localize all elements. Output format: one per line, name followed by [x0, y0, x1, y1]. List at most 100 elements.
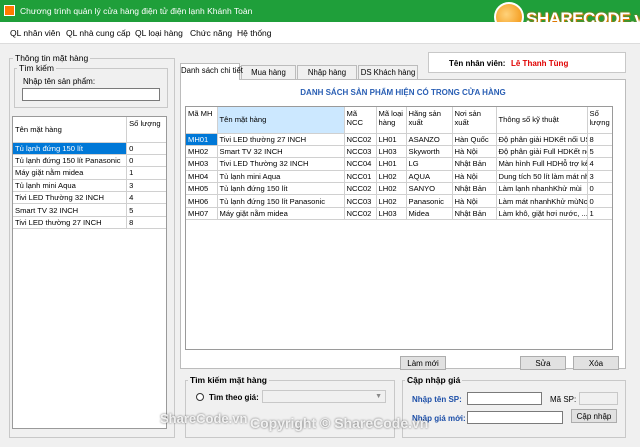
- cell-ma-mh: MH07: [186, 207, 218, 221]
- detail-heading: DANH SÁCH SẢN PHẨM HIỆN CÓ TRONG CỬA HÀN…: [300, 88, 506, 97]
- tab-nhap-hang[interactable]: Nhập hàng: [297, 65, 357, 79]
- table-row[interactable]: Smart TV 32 INCH 5: [13, 203, 166, 217]
- menu-item-loai-hang[interactable]: QL loại hàng: [135, 28, 183, 38]
- cell-thong-so: Làm lạnh nhanhKhử mùi: [496, 182, 588, 196]
- table-row[interactable]: Tủ lạnh đứng 150 lít 0: [13, 142, 166, 155]
- update-price-button[interactable]: Cập nhập: [571, 409, 617, 423]
- table-row[interactable]: MH02 Smart TV 32 INCH NCC03 LH03 Skyworth Hà …: [186, 145, 612, 159]
- new-price-input[interactable]: [467, 411, 563, 424]
- column-header-hang-san-xuat[interactable]: Hãng sản xuất: [406, 107, 453, 134]
- cell-ma-ncc: NCC02: [344, 133, 377, 146]
- cell-quantity: 0: [126, 142, 166, 155]
- cell-noi-san-xuat: Nhật Bản: [452, 182, 497, 196]
- table-row[interactable]: Tủ lạnh đứng 150 lít Panasonic 0: [13, 154, 166, 168]
- cell-thong-so: Dung tích 50 lít làm mát nh...: [496, 170, 588, 184]
- cell-ma-mh: MH06: [186, 194, 218, 208]
- table-row[interactable]: MH03 Tivi LED Thường 32 INCH NCC04 LH01 LG Nh…: [186, 157, 612, 171]
- search-by-price-radio[interactable]: [196, 393, 204, 401]
- search-product-label: Nhập tên sản phẩm:: [23, 77, 96, 86]
- cell-hang-san-xuat: SANYO: [406, 182, 453, 196]
- column-header-ma-mh[interactable]: Mã MH: [186, 107, 218, 134]
- cell-name: Tủ lạnh mini Aqua: [13, 179, 128, 193]
- menu-item-chuc-nang[interactable]: Chức năng: [190, 28, 232, 38]
- cell-so-luong: 0: [587, 194, 612, 208]
- cell-ma-ncc: NCC01: [344, 170, 377, 184]
- cell-thong-so: Độ phân giải Full HDKết nối...: [496, 145, 588, 159]
- edit-button[interactable]: Sửa: [520, 356, 566, 370]
- column-header-name[interactable]: Tên mặt hàng: [13, 117, 128, 143]
- cell-thong-so: Làm khô, giặt hơi nước, ...: [496, 207, 588, 221]
- table-row[interactable]: Tivi LED thường 27 INCH 8: [13, 216, 166, 230]
- table-row[interactable]: Máy giặt nằm midea 1: [13, 166, 166, 180]
- cell-noi-san-xuat: Nhật Bản: [452, 157, 497, 171]
- window-title: Chương trình quản lý cửa hàng điện tử đi…: [20, 6, 253, 16]
- cell-noi-san-xuat: Hà Nội: [452, 170, 497, 184]
- table-row[interactable]: Tivi LED Thường 32 INCH 4: [13, 191, 166, 205]
- cell-ma-ncc: NCC03: [344, 145, 377, 159]
- table-row[interactable]: MH05 Tủ lạnh đứng 150 lít NCC02 LH02 SANYO Nh…: [186, 182, 612, 196]
- cell-ma-loai-hang: LH01: [376, 133, 407, 146]
- cell-ten-mat-hang: Tủ lạnh đứng 150 lít Panasonic: [217, 194, 345, 208]
- product-name-input[interactable]: [467, 392, 542, 405]
- chevron-down-icon: ▼: [375, 393, 382, 400]
- column-header-so-luong[interactable]: Số lượng: [587, 107, 612, 134]
- cell-ten-mat-hang: Tủ lạnh đứng 150 lít: [217, 182, 345, 196]
- cell-quantity: 8: [126, 216, 166, 230]
- cell-noi-san-xuat: Nhật Bản: [452, 207, 497, 221]
- cell-ma-loai-hang: LH01: [376, 157, 407, 171]
- table-row[interactable]: MH04 Tủ lạnh mini Aqua NCC01 LH02 AQUA Hà Nội…: [186, 170, 612, 184]
- refresh-button[interactable]: Làm mới: [400, 356, 446, 370]
- table-row[interactable]: MH07 Máy giặt nằm midea NCC02 LH03 Midea Nhật…: [186, 207, 612, 221]
- column-header-ma-loai-hang[interactable]: Mã loại hàng: [376, 107, 407, 134]
- product-detail-grid[interactable]: Mã MH Tên mặt hàng Mã NCC Mã loại hàng H…: [185, 106, 613, 350]
- tab-ds-khach-hang[interactable]: DS Khách hàng: [358, 65, 418, 79]
- column-header-noi-san-xuat[interactable]: Nơi sản xuất: [452, 107, 497, 134]
- cell-ma-loai-hang: LH02: [376, 182, 407, 196]
- column-header-ma-ncc[interactable]: Mã NCC: [344, 107, 377, 134]
- cell-so-luong: 3: [587, 170, 612, 184]
- search-by-price-label: Tìm theo giá:: [209, 393, 259, 402]
- table-row[interactable]: Tủ lạnh mini Aqua 3: [13, 179, 166, 193]
- cell-ten-mat-hang: Tủ lạnh mini Aqua: [217, 170, 345, 184]
- product-code-field: [579, 392, 618, 405]
- watermark-footer-center: Copyright © ShareCode.vn: [250, 415, 429, 431]
- search-product-input[interactable]: [22, 88, 160, 101]
- cell-ma-ncc: NCC02: [344, 182, 377, 196]
- cell-ma-loai-hang: LH03: [376, 145, 407, 159]
- staff-name: Lê Thanh Tùng: [511, 59, 569, 68]
- cell-quantity: 5: [126, 203, 166, 217]
- product-code-label: Mã SP:: [550, 395, 577, 404]
- cell-so-luong: 1: [587, 207, 612, 221]
- delete-button[interactable]: Xóa: [573, 356, 619, 370]
- cell-ma-loai-hang: LH02: [376, 170, 407, 184]
- tab-mua-hang[interactable]: Mua hàng: [241, 65, 296, 79]
- staff-box: Tên nhân viên: Lê Thanh Tùng: [428, 52, 626, 73]
- column-header-ten-mat-hang[interactable]: Tên mặt hàng: [217, 107, 345, 134]
- cell-ma-mh: MH03: [186, 157, 218, 171]
- menu-item-nhan-vien[interactable]: QL nhân viên: [10, 28, 60, 38]
- menu-item-he-thong[interactable]: Hệ thống: [237, 28, 272, 38]
- tab-panel-detail: DANH SÁCH SẢN PHẨM HIỆN CÓ TRONG CỬA HÀN…: [180, 79, 626, 370]
- cell-noi-san-xuat: Hà Nội: [452, 194, 497, 208]
- cell-ma-mh: MH04: [186, 170, 218, 184]
- cell-quantity: 1: [126, 166, 166, 180]
- cell-hang-san-xuat: Skyworth: [406, 145, 453, 159]
- goods-info-title: Thông tin mặt hàng: [13, 53, 91, 63]
- cell-ten-mat-hang: Smart TV 32 INCH: [217, 145, 345, 159]
- cell-hang-san-xuat: ASANZO: [406, 133, 453, 146]
- price-update-title: Cập nhập giá: [405, 375, 463, 385]
- cell-hang-san-xuat: Panasonic: [406, 194, 453, 208]
- tab-danh-sach-chi-tiet[interactable]: Danh sách chi tiết: [180, 63, 243, 80]
- column-header-quantity[interactable]: Số lượng: [126, 117, 166, 143]
- cell-ma-ncc: NCC02: [344, 207, 377, 221]
- cell-thong-so: Làm mát nhanhKhử mùNo i...: [496, 194, 588, 208]
- goods-summary-grid[interactable]: Tên mặt hàng Số lượng Tủ lạnh đứng 150 l…: [12, 116, 167, 429]
- search-group-title: Tìm kiếm: [17, 63, 56, 73]
- menu-item-nha-cung-cap[interactable]: QL nhà cung cấp: [66, 28, 130, 38]
- cell-ma-ncc: NCC04: [344, 157, 377, 171]
- column-header-thong-so[interactable]: Thông số kỹ thuật: [496, 107, 588, 134]
- cell-hang-san-xuat: AQUA: [406, 170, 453, 184]
- table-row[interactable]: MH06 Tủ lạnh đứng 150 lít Panasonic NCC03 L…: [186, 194, 612, 208]
- price-range-select[interactable]: ▼: [262, 390, 386, 403]
- table-row[interactable]: MH01 Tivi LED thường 27 INCH NCC02 LH01 ASAN…: [186, 133, 612, 146]
